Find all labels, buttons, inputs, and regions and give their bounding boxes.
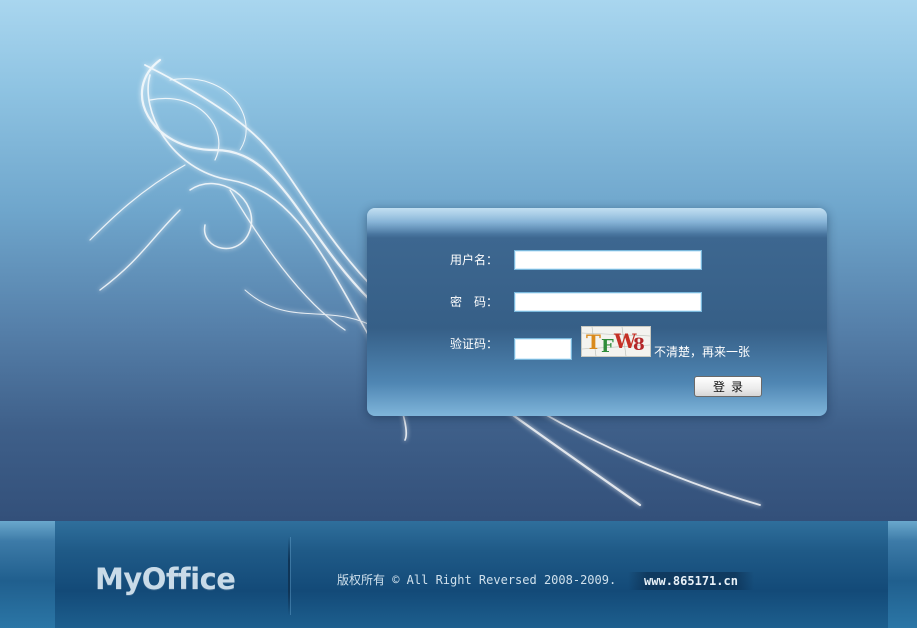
username-label: 用户名： (450, 253, 499, 267)
captcha-image[interactable]: T F W 8 (581, 326, 651, 357)
captcha-char-4: 8 (633, 335, 645, 355)
footer-divider (288, 537, 290, 615)
brand-logo: MyOffice (95, 562, 236, 596)
password-input[interactable] (514, 292, 702, 312)
login-button[interactable]: 登录 (694, 376, 762, 397)
captcha-input[interactable] (514, 338, 572, 360)
username-input[interactable] (514, 250, 702, 270)
copyright-text: 版权所有 © All Right Reversed 2008-2009. (337, 573, 617, 587)
captcha-label: 验证码： (450, 337, 499, 351)
captcha-char-1: T (586, 330, 601, 354)
login-panel: 用户名： 密 码： 验证码： T F W 8 不清楚，再来一张 登录 (367, 208, 827, 416)
captcha-refresh-link[interactable]: 不清楚，再来一张 (654, 345, 750, 359)
site-url: www.865171.cn (628, 572, 754, 590)
footer: MyOffice 版权所有 © All Right Reversed 2008-… (0, 521, 917, 628)
password-label: 密 码： (450, 295, 499, 309)
captcha-char-2: F (601, 336, 614, 356)
login-page: 用户名： 密 码： 验证码： T F W 8 不清楚，再来一张 登录 MyOff… (0, 0, 917, 628)
captcha-glyphs: T F W 8 (581, 326, 651, 357)
